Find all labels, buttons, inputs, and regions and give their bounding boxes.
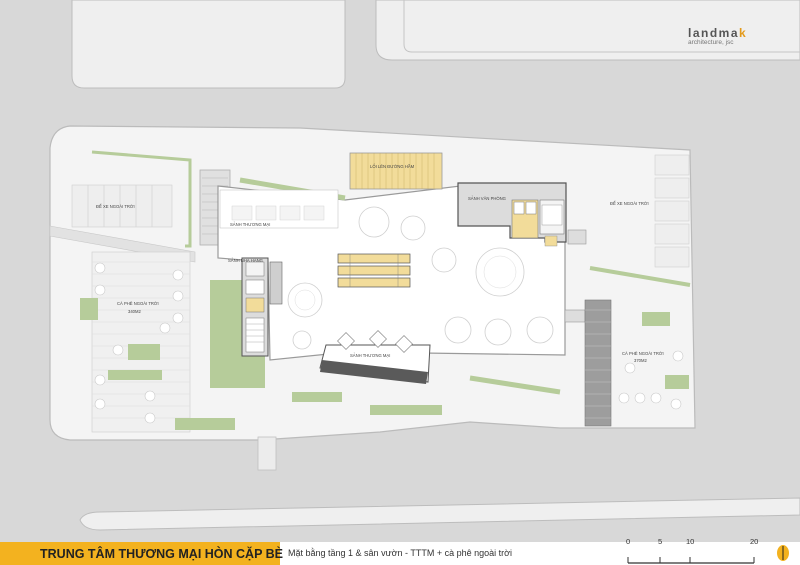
label-cafe-left: CÀ PHÊ NGOÀI TRỜI (117, 301, 159, 306)
site-entry (257, 436, 277, 471)
site-plan: ĐỂ XE NGOÀI TRỜI CÀ PHÊ NGOÀI TRỜI 340M2 (0, 0, 800, 542)
label-office-lobby: SẢNH VĂN PHÒNG (468, 196, 506, 201)
scale-bar-graphic (627, 557, 755, 564)
planter-south-2 (370, 405, 442, 415)
city-block-top-left (71, 0, 346, 89)
planter-left-4 (175, 418, 235, 430)
label-commercial-lobby-2: SẢNH THƯƠNG MẠI (350, 353, 390, 358)
steps-southeast (564, 309, 586, 323)
label-cafe-left-area: 340M2 (128, 309, 141, 314)
logo-name-part2: k (739, 26, 748, 40)
escalators (337, 253, 411, 288)
company-logo: landmak architecture, jsc (688, 26, 778, 46)
stair-west (269, 261, 283, 305)
core-west (241, 257, 269, 357)
title-bar: TRUNG TÂM THƯƠNG MẠI HÒN CẶP BÈ (0, 542, 284, 565)
logo-name-part1: landma (688, 26, 740, 40)
label-parking-left: ĐỂ XE NGOÀI TRỜI (96, 204, 135, 209)
project-title: TRUNG TÂM THƯƠNG MẠI HÒN CẶP BÈ (40, 547, 284, 561)
sheet-subtitle: Mặt bằng tầng 1 & sân vườn - TTTM + cà p… (288, 548, 513, 558)
planter-south-1 (292, 392, 342, 402)
label-house-lobby: SẢNH NHÀ HÀNG (228, 258, 263, 263)
ramp-basement (349, 152, 443, 190)
label-parking-right: ĐỂ XE NGOÀI TRỜI (610, 201, 649, 206)
label-ramp: LỐI LÊN ĐƯỜNG HẦM (370, 164, 415, 169)
footer-bar: TRUNG TÂM THƯƠNG MẠI HÒN CẶP BÈ Mặt bằng… (0, 537, 800, 565)
label-cafe-right-area: 370M2 (634, 358, 647, 363)
label-cafe-right: CÀ PHÊ NGOÀI TRỜI (622, 351, 664, 356)
planter-right-2 (665, 375, 689, 389)
planter-left-3 (108, 370, 162, 380)
label-commercial-lobby-1: SẢNH THƯƠNG MẠI (230, 222, 270, 227)
north-arrow-icon (777, 545, 789, 561)
logo-subtitle: architecture, jsc (688, 39, 734, 46)
steps-east (567, 229, 587, 245)
paving-strip-east (584, 299, 612, 427)
planter-left-2 (128, 344, 160, 360)
planter-left-1 (80, 298, 98, 320)
parking-right (654, 154, 690, 268)
planter-right-1 (642, 312, 670, 326)
